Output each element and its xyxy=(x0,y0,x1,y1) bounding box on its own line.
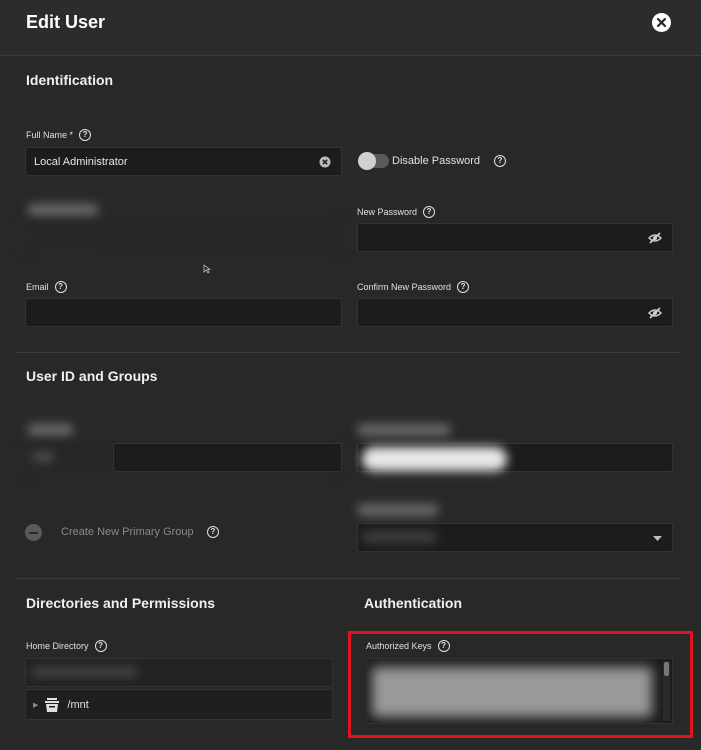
full-name-value: Local Administrator xyxy=(34,155,128,168)
help-icon[interactable]: ? xyxy=(457,281,470,293)
help-icon[interactable]: ? xyxy=(494,155,506,167)
help-icon[interactable]: ? xyxy=(79,129,92,141)
aux-groups-label-blurred xyxy=(358,424,450,436)
close-button[interactable] xyxy=(652,13,671,32)
chevron-down-icon xyxy=(653,536,662,541)
create-group-toggle[interactable] xyxy=(25,524,42,541)
email-label-text: Email xyxy=(26,282,49,292)
create-group-label: Create New Primary Group xyxy=(61,526,194,538)
confirm-password-label: Confirm New Password ? xyxy=(357,281,470,293)
directory-tree-root: /mnt xyxy=(67,698,89,711)
new-password-label-text: New Password xyxy=(357,207,418,217)
confirm-password-input[interactable] xyxy=(357,298,673,327)
help-icon[interactable]: ? xyxy=(94,640,107,652)
username-input[interactable] xyxy=(25,222,342,251)
disable-password-toggle[interactable] xyxy=(358,152,389,170)
section-title-identification: Identification xyxy=(26,72,114,88)
uid-value-blurred xyxy=(32,452,54,462)
new-password-label: New Password ? xyxy=(357,206,436,218)
uid-input-inner xyxy=(113,443,342,472)
section-title-user-id-groups: User ID and Groups xyxy=(26,368,158,384)
home-directory-label: Home Directory ? xyxy=(26,640,107,652)
new-password-input[interactable] xyxy=(357,223,673,252)
expand-arrow-icon[interactable]: ▶ xyxy=(33,701,38,709)
home-directory-value-blurred xyxy=(32,667,137,677)
disable-password-label: Disable Password xyxy=(392,155,481,167)
full-name-label-text: Full Name * xyxy=(26,130,74,140)
highlight-box xyxy=(348,631,693,738)
close-icon xyxy=(656,17,667,28)
help-icon[interactable]: ? xyxy=(423,206,436,218)
mouse-cursor-icon xyxy=(203,264,211,274)
confirm-password-label-text: Confirm New Password xyxy=(357,282,452,292)
aux-group-chip-blurred[interactable] xyxy=(362,447,507,471)
section-title-directories: Directories and Permissions xyxy=(26,595,216,611)
primary-group-value-blurred xyxy=(362,532,437,542)
dialog-header: Edit User xyxy=(0,0,701,56)
storage-icon xyxy=(45,697,60,712)
dialog-title: Edit User xyxy=(26,12,106,32)
primary-group-label-blurred xyxy=(358,504,438,516)
username-label-blurred xyxy=(28,204,98,216)
home-directory-label-text: Home Directory xyxy=(26,641,89,651)
full-name-input[interactable]: Local Administrator xyxy=(25,147,342,176)
section-divider xyxy=(16,578,681,579)
full-name-label: Full Name * ? xyxy=(26,129,92,141)
clear-icon[interactable] xyxy=(319,156,331,168)
section-title-authentication: Authentication xyxy=(364,595,462,611)
directory-tree-row[interactable]: ▶ /mnt xyxy=(25,689,333,720)
eye-off-icon[interactable] xyxy=(648,307,662,319)
email-label: Email ? xyxy=(26,281,67,293)
uid-label-blurred xyxy=(28,424,73,436)
section-divider xyxy=(16,352,681,353)
help-icon[interactable]: ? xyxy=(54,281,67,293)
eye-off-icon[interactable] xyxy=(648,232,662,244)
help-icon[interactable]: ? xyxy=(207,526,219,538)
email-input[interactable] xyxy=(25,298,342,327)
